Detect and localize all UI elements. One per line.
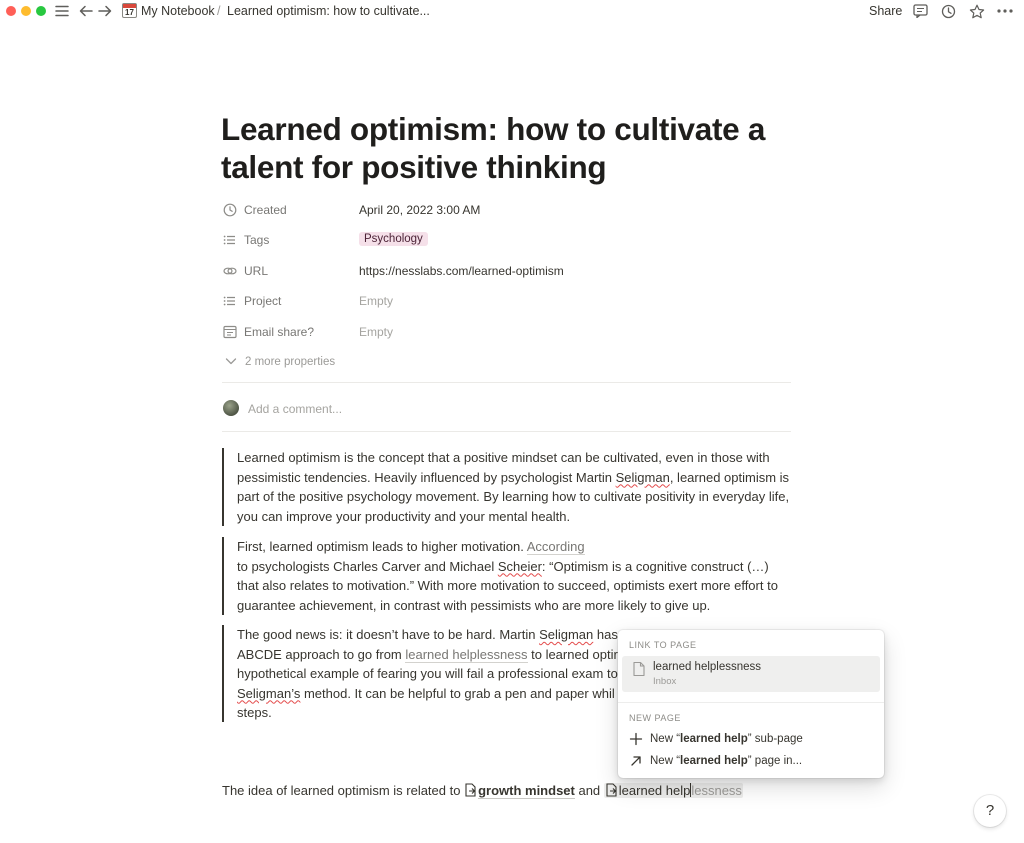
chevron-down-icon xyxy=(224,354,238,368)
quote-text: has xyxy=(593,627,618,642)
result-location: Inbox xyxy=(653,676,677,687)
property-name: Tags xyxy=(244,233,270,247)
new-sub-page-option[interactable]: New “learned help” sub-page xyxy=(622,730,880,750)
quote-text: to learned optir xyxy=(527,646,618,662)
calendar-icon xyxy=(222,324,238,340)
back-arrow-icon[interactable] xyxy=(77,2,95,20)
arrow-up-right-icon xyxy=(629,754,643,768)
autocomplete-ghost-text: lessness xyxy=(691,783,742,798)
help-button[interactable]: ? xyxy=(974,795,1006,827)
top-bar: 17 My Notebook / Learned optimism: how t… xyxy=(0,0,1024,22)
favorite-star-icon[interactable] xyxy=(968,2,986,20)
property-url[interactable]: URL https://nesslabs.com/learned-optimis… xyxy=(222,261,792,281)
property-name: Project xyxy=(244,294,282,308)
quote-text: hypothetical example of fearing you will… xyxy=(237,666,618,681)
paragraph-text: The idea of learned optimism is related … xyxy=(222,783,465,798)
clock-icon xyxy=(222,202,238,218)
share-button[interactable]: Share xyxy=(869,4,902,18)
property-name: Created xyxy=(244,203,287,217)
comments-divider xyxy=(222,431,791,432)
link-icon xyxy=(222,263,238,279)
link-to-page-header: LINK TO PAGE xyxy=(629,640,697,650)
misspelled-word: Scheier xyxy=(497,558,542,574)
option-text: ” sub-page xyxy=(747,733,803,745)
link-result-learned-helplessness[interactable]: learned helplessness Inbox xyxy=(622,656,880,692)
result-title: learned helplessness xyxy=(653,661,762,673)
property-value-empty[interactable]: Empty xyxy=(359,325,393,339)
window-minimize-button[interactable] xyxy=(21,6,31,16)
property-name: Email share? xyxy=(244,325,315,339)
forward-arrow-icon[interactable] xyxy=(96,2,114,20)
plus-icon xyxy=(629,732,643,746)
list-icon xyxy=(222,232,238,248)
window-close-button[interactable] xyxy=(6,6,16,16)
comments-icon[interactable] xyxy=(911,2,929,20)
inline-link[interactable]: learned helplessness xyxy=(405,646,528,663)
avatar xyxy=(223,400,239,416)
page-title[interactable]: Learned optimism: how to cultivate a tal… xyxy=(221,110,801,186)
page-link-icon xyxy=(605,783,618,797)
option-text: New “ xyxy=(650,755,681,767)
breadcrumb-notebook[interactable]: My Notebook xyxy=(141,4,215,18)
quote-block[interactable]: First, learned optimism leads to higher … xyxy=(222,537,792,615)
page-link-icon xyxy=(464,783,477,797)
new-page-header: NEW PAGE xyxy=(629,713,681,723)
history-icon[interactable] xyxy=(939,2,957,20)
quote-text: First, learned optimism leads to higher … xyxy=(237,539,527,554)
quote-block[interactable]: The good news is: it doesn’t have to be … xyxy=(222,625,618,722)
paragraph[interactable]: The idea of learned optimism is related … xyxy=(222,783,743,799)
quote-text: steps. xyxy=(237,705,272,720)
quote-text: ABCDE approach to go from xyxy=(237,646,406,662)
menu-icon[interactable] xyxy=(53,2,71,20)
property-tags[interactable]: Tags Psychology xyxy=(222,230,792,250)
link-to-page-popup: LINK TO PAGE learned helplessness Inbox … xyxy=(618,630,884,778)
page-icon xyxy=(632,661,646,677)
properties-divider xyxy=(222,382,791,383)
quote-block[interactable]: Learned optimism is the concept that a p… xyxy=(222,448,792,526)
more-icon[interactable] xyxy=(996,2,1014,20)
notebook-calendar-icon: 17 xyxy=(122,3,137,18)
property-project[interactable]: Project Empty xyxy=(222,291,792,311)
property-email-share[interactable]: Email share? Empty xyxy=(222,322,792,342)
list-icon xyxy=(222,293,238,309)
popup-divider xyxy=(618,702,884,703)
breadcrumb-separator: / xyxy=(217,4,221,18)
url-value[interactable]: https://nesslabs.com/learned-optimism xyxy=(359,264,564,278)
option-query: learned help xyxy=(680,733,748,745)
quote-text: The good news is: it doesn’t have to be … xyxy=(237,627,540,642)
new-page-in-option[interactable]: New “learned help” page in... xyxy=(622,752,880,772)
option-text: New “ xyxy=(650,733,681,745)
option-query: learned help xyxy=(680,755,748,767)
typed-query: learned help xyxy=(618,783,691,798)
quote-text: method. It can be helpful to grab a pen … xyxy=(300,685,615,701)
more-properties-label: 2 more properties xyxy=(245,356,336,368)
misspelled-word: Seligman xyxy=(539,627,594,642)
tag-psychology[interactable]: Psychology xyxy=(359,232,428,246)
property-value: April 20, 2022 3:00 AM xyxy=(359,203,481,217)
paragraph-text: and xyxy=(574,783,604,798)
option-text: ” page in... xyxy=(747,755,803,767)
property-value-empty[interactable]: Empty xyxy=(359,294,393,308)
page-link-growth-mindset[interactable]: growth mindset xyxy=(478,783,575,799)
quote-text: to psychologists Charles Carver and Mich… xyxy=(237,558,498,574)
misspelled-word: Seligman’s xyxy=(237,685,301,701)
comment-input[interactable]: Add a comment... xyxy=(248,402,342,416)
inline-mention-input[interactable]: learned helplessness xyxy=(603,783,743,798)
breadcrumb-page[interactable]: Learned optimism: how to cultivate... xyxy=(227,4,430,18)
property-name: URL xyxy=(244,264,269,278)
misspelled-word: Seligman xyxy=(615,469,670,485)
inline-link[interactable]: According xyxy=(526,539,585,555)
window-zoom-button[interactable] xyxy=(36,6,46,16)
property-created[interactable]: Created April 20, 2022 3:00 AM xyxy=(222,200,792,220)
